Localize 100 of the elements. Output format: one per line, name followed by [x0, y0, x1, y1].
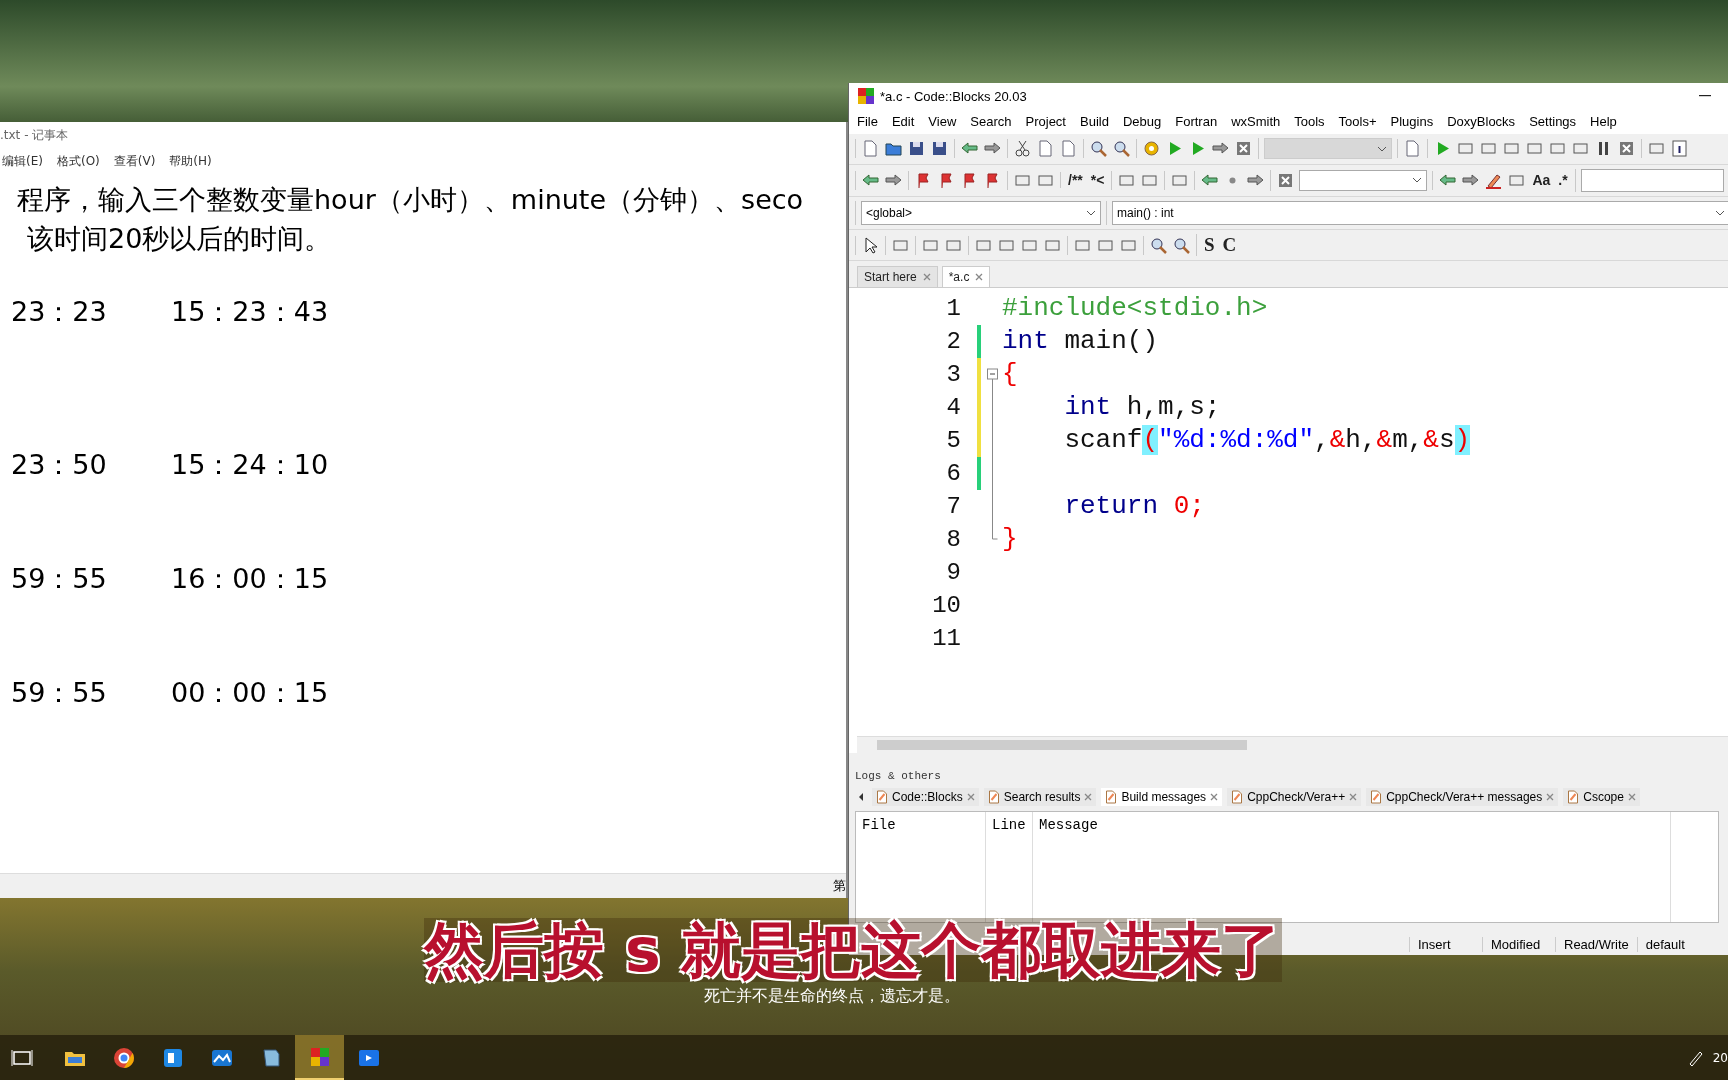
toolbar-button[interactable]: S: [1202, 234, 1217, 257]
menu-item[interactable]: View: [928, 114, 965, 130]
log-tab[interactable]: Cscope: [1563, 788, 1640, 807]
toolbar-button[interactable]: Aa: [1530, 172, 1553, 189]
line-number: 4: [945, 393, 962, 421]
menu-item[interactable]: Tools: [1294, 114, 1333, 130]
toolbar-button[interactable]: /**: [1066, 172, 1085, 189]
toolbar-button[interactable]: C: [1220, 234, 1239, 257]
code-line: int main(): [1002, 326, 1159, 357]
code-line: int h,m,s;: [1063, 392, 1221, 423]
search-icon[interactable]: [1172, 235, 1191, 255]
line-number: 6: [945, 459, 962, 487]
status-text: 第: [833, 877, 846, 895]
caret-icon[interactable]: [1412, 177, 1423, 184]
menu-item[interactable]: File: [857, 114, 886, 130]
close-icon[interactable]: [966, 793, 975, 802]
log-tab[interactable]: Code::Blocks: [872, 788, 979, 807]
text-line: 该时间20秒以后的时间。: [26, 222, 333, 256]
window-title: .txt - 记事本: [0, 127, 70, 144]
close-icon[interactable]: [975, 272, 984, 281]
page-icon: [1105, 790, 1118, 805]
text-line: 程序，输入三个整数变量hour（小时）、minute（分钟）、seco: [16, 183, 805, 217]
menu-item[interactable]: Fortran: [1175, 114, 1226, 130]
menu-item[interactable]: Project: [1025, 114, 1074, 130]
info-icon[interactable]: [1670, 139, 1689, 159]
minimize-icon[interactable]: [1699, 95, 1711, 98]
code-line: }: [1002, 524, 1018, 555]
input-text: 23：23: [10, 295, 108, 329]
line-number: 1: [945, 294, 962, 322]
caret-icon[interactable]: [1086, 210, 1096, 217]
line-number: 7: [945, 492, 962, 520]
page-icon: [987, 790, 1000, 805]
search-field[interactable]: [1580, 168, 1724, 192]
output-text: 15：23：43: [171, 295, 329, 329]
search-icon[interactable]: [1149, 235, 1168, 255]
log-tab[interactable]: Search results: [983, 788, 1097, 807]
menu-item[interactable]: 格式(O): [56, 152, 100, 170]
line-number: 8: [945, 525, 962, 553]
code-line: return 0;: [1063, 491, 1205, 522]
menu-item[interactable]: Edit: [891, 114, 923, 130]
page-icon: [1567, 790, 1580, 805]
code-line: {: [1002, 359, 1018, 390]
status-field: Read/Write: [1555, 936, 1637, 952]
left-arrow-icon[interactable]: [857, 792, 865, 803]
page-icon: [1231, 790, 1244, 805]
page-icon[interactable]: [1059, 139, 1078, 159]
line-number: 11: [931, 624, 962, 652]
menu-item[interactable]: 查看(V): [113, 152, 156, 170]
line-number: 5: [945, 426, 962, 454]
close-icon[interactable]: [922, 272, 931, 281]
code-editor[interactable]: 1 #include<stdio.h> 2 int main() 3 { 4 int h,m,s; 5 scanf("%d:%d:%d",&h,&m,&s) 6 7 return 0; 8 } 9 10 11: [849, 287, 1728, 754]
close-icon[interactable]: [1546, 793, 1555, 802]
editor-tab[interactable]: *a.c: [941, 265, 991, 287]
line-number: 2: [945, 327, 962, 355]
toolbar-button[interactable]: .*: [1556, 172, 1570, 189]
close-icon[interactable]: [1349, 793, 1358, 802]
code-line: scanf("%d:%d:%d",&h,&m,&s): [1063, 425, 1471, 456]
code-line: #include<stdio.h>: [1002, 293, 1268, 324]
panel-title: Logs & others: [854, 769, 942, 785]
close-icon[interactable]: [1210, 793, 1219, 802]
search-icon[interactable]: [1089, 139, 1108, 159]
line-number: 9: [945, 558, 962, 586]
clock[interactable]: 20: [1712, 1050, 1728, 1065]
gear-icon[interactable]: [1142, 139, 1161, 159]
dropdown[interactable]: <global>: [861, 201, 1101, 226]
close-icon[interactable]: [1627, 793, 1636, 802]
output-text: 00：00：15: [171, 676, 329, 710]
menu-item[interactable]: Debug: [1122, 114, 1170, 130]
log-tab[interactable]: CppCheck/Vera++ messages: [1366, 788, 1559, 807]
output-text: 15：24：10: [171, 448, 329, 482]
search-icon[interactable]: [1112, 139, 1131, 159]
editor-tab[interactable]: Start here: [857, 265, 938, 287]
log-tab[interactable]: Build messages: [1101, 788, 1223, 807]
caret-icon[interactable]: [1715, 210, 1725, 217]
toolbar-button[interactable]: *<: [1088, 172, 1107, 189]
page-icon[interactable]: [1403, 139, 1422, 159]
menu-item[interactable]: Plugins: [1390, 114, 1442, 130]
window-title: *a.c - Code::Blocks 20.03: [880, 88, 1028, 104]
close-icon[interactable]: [1084, 793, 1093, 802]
dropdown[interactable]: main() : int: [1112, 201, 1728, 226]
status-field: Modified: [1482, 936, 1555, 952]
scissors-icon[interactable]: [1013, 139, 1032, 159]
menu-item[interactable]: DoxyBlocks: [1447, 114, 1524, 130]
menu-item[interactable]: Tools+: [1338, 114, 1385, 130]
subtitle: 死亡并不是生命的终点，遗忘才是。: [704, 986, 960, 1006]
circle-icon: [111, 1045, 136, 1070]
input-text: 59：55: [10, 676, 108, 710]
log-tab[interactable]: CppCheck/Vera++: [1227, 788, 1362, 807]
page-icon: [1370, 790, 1383, 805]
menu-item[interactable]: Search: [970, 114, 1020, 130]
output-text: 16：00：15: [171, 562, 329, 596]
menu-item[interactable]: Settings: [1529, 114, 1585, 130]
blocks-icon: [858, 88, 874, 105]
menu-item[interactable]: Build: [1080, 114, 1117, 130]
menu-item[interactable]: wxSmith: [1231, 114, 1289, 130]
menu-item[interactable]: 编辑(E): [2, 152, 43, 170]
status-field: default: [1636, 936, 1710, 952]
menu-item[interactable]: 帮助(H): [169, 152, 212, 170]
menu-item[interactable]: Help: [1590, 114, 1625, 130]
horizontal-scrollbar[interactable]: [857, 736, 1728, 754]
